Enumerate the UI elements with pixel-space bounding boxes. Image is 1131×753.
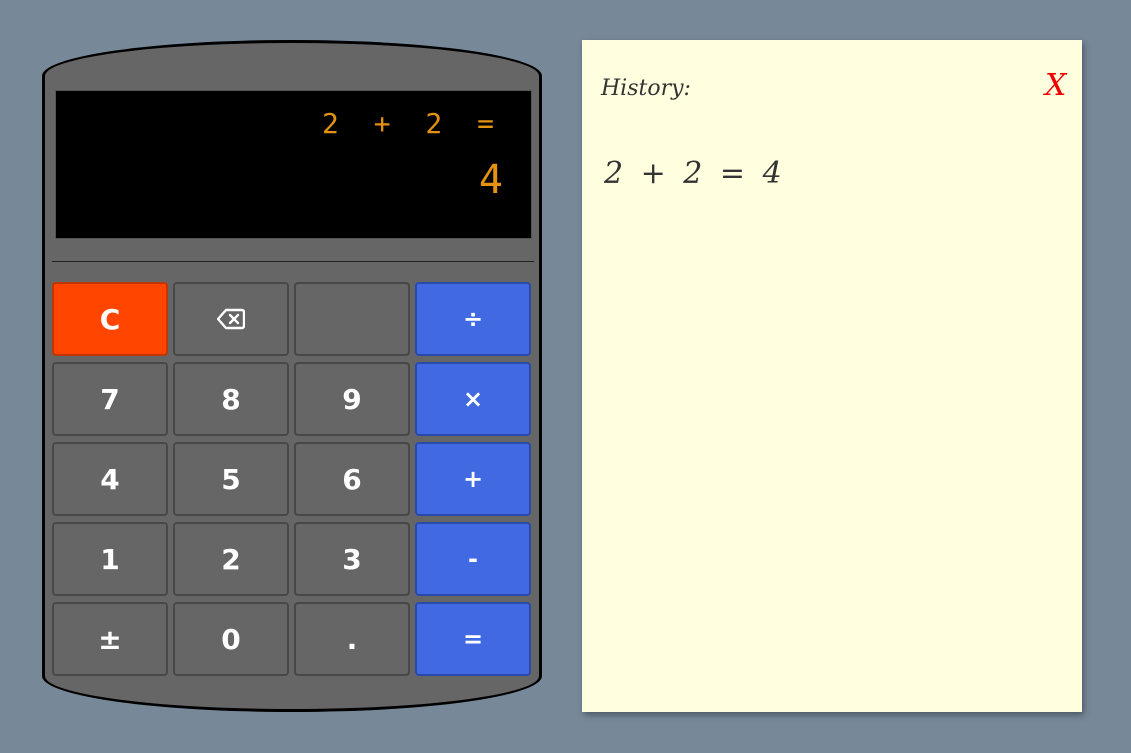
history-entry: 2 + 2 = 4 bbox=[604, 156, 786, 191]
divide-button[interactable]: ÷ bbox=[415, 282, 531, 356]
history-title: History: bbox=[601, 76, 691, 101]
key-label: ± bbox=[98, 622, 122, 656]
equals-button[interactable]: = bbox=[415, 602, 531, 676]
key-label: 9 bbox=[342, 382, 362, 416]
key-label: 8 bbox=[221, 382, 241, 416]
key-label: 3 bbox=[342, 542, 362, 576]
digit-2-button[interactable]: 2 bbox=[173, 522, 289, 596]
divider bbox=[52, 261, 534, 262]
digit-6-button[interactable]: 6 bbox=[294, 442, 410, 516]
history-close-button[interactable]: X bbox=[1045, 68, 1066, 103]
calculator-display: 2 + 2 = 4 bbox=[55, 90, 532, 239]
key-label: 0 bbox=[221, 622, 241, 656]
key-label: 1 bbox=[100, 542, 120, 576]
display-result: 4 bbox=[478, 157, 503, 203]
multiply-button[interactable]: × bbox=[415, 362, 531, 436]
digit-5-button[interactable]: 5 bbox=[173, 442, 289, 516]
history-list: 2 + 2 = 4 bbox=[604, 156, 786, 191]
keypad: C ÷ 7 8 9 × 4 5 6 +1 2 3 - ±0. = bbox=[52, 282, 534, 676]
digit-8-button[interactable]: 8 bbox=[173, 362, 289, 436]
blank-button[interactable] bbox=[294, 282, 410, 356]
backspace-icon bbox=[217, 308, 245, 330]
key-label: ÷ bbox=[462, 305, 484, 333]
key-label: + bbox=[462, 465, 484, 493]
digit-4-button[interactable]: 4 bbox=[52, 442, 168, 516]
history-panel: History: X 2 + 2 = 4 bbox=[582, 40, 1082, 712]
digit-3-button[interactable]: 3 bbox=[294, 522, 410, 596]
digit-0-button[interactable]: 0 bbox=[173, 602, 289, 676]
backspace-button[interactable] bbox=[173, 282, 289, 356]
calculator: 2 + 2 = 4 C ÷ 7 8 9 × 4 5 6 +1 2 3 - ±0. = bbox=[42, 40, 542, 712]
digit-7-button[interactable]: 7 bbox=[52, 362, 168, 436]
key-label: 7 bbox=[100, 382, 120, 416]
add-button[interactable]: + bbox=[415, 442, 531, 516]
digit-1-button[interactable]: 1 bbox=[52, 522, 168, 596]
key-label: 4 bbox=[100, 462, 120, 496]
decimal-button[interactable]: . bbox=[294, 602, 410, 676]
clear-button[interactable]: C bbox=[52, 282, 168, 356]
key-label: × bbox=[462, 385, 484, 413]
negate-button[interactable]: ± bbox=[52, 602, 168, 676]
subtract-button[interactable]: - bbox=[415, 522, 531, 596]
key-label: 6 bbox=[342, 462, 362, 496]
key-label: = bbox=[462, 625, 484, 653]
key-label: . bbox=[346, 622, 358, 656]
key-label: - bbox=[468, 545, 478, 573]
digit-9-button[interactable]: 9 bbox=[294, 362, 410, 436]
key-label: 5 bbox=[221, 462, 241, 496]
key-label: 2 bbox=[221, 542, 241, 576]
key-label: C bbox=[99, 302, 121, 336]
display-expression: 2 + 2 = bbox=[321, 107, 503, 140]
